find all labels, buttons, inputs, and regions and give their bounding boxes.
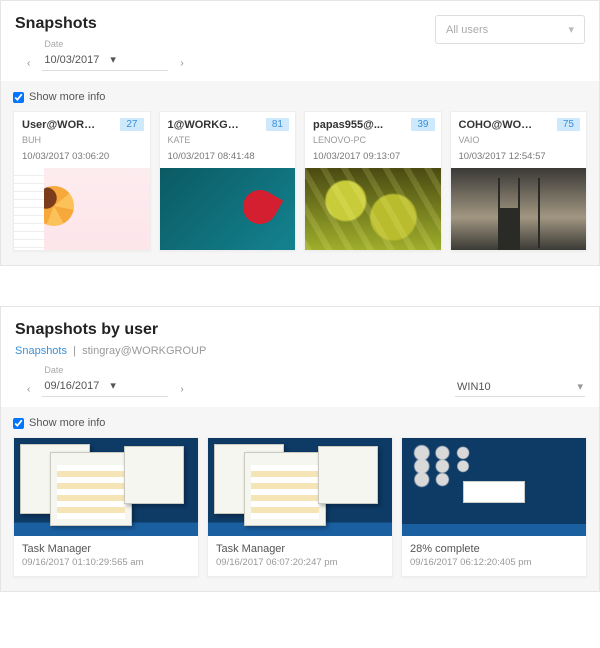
- snapshot-thumbnail: [402, 438, 586, 536]
- card-timestamp: 10/03/2017 03:06:20: [22, 151, 142, 162]
- panel-header: Snapshots by user Snapshots | stingray@W…: [1, 307, 599, 407]
- snapshots-by-user-panel: Snapshots by user Snapshots | stingray@W…: [0, 306, 600, 592]
- card-title: Task Manager: [22, 543, 190, 555]
- breadcrumb: Snapshots | stingray@WORKGROUP: [15, 345, 206, 357]
- snapshot-card-row: Task Manager 09/16/2017 01:10:29:565 am …: [13, 437, 587, 577]
- card-footer: Task Manager 09/16/2017 06:07:20:247 pm: [208, 536, 392, 576]
- date-value: 09/16/2017: [44, 380, 106, 392]
- snapshot-card[interactable]: User@WORK... 27 BUH 10/03/2017 03:06:20: [13, 111, 151, 251]
- card-timestamp: 10/03/2017 09:13:07: [313, 151, 433, 162]
- card-user: 1@WORKGRO...: [168, 119, 244, 131]
- breadcrumb-link[interactable]: Snapshots: [15, 345, 67, 357]
- snapshot-card[interactable]: COHO@WOR... 75 VAIO 10/03/2017 12:54:57: [450, 111, 588, 251]
- caret-down-icon[interactable]: ▾: [106, 377, 168, 394]
- snapshots-panel: Snapshots ‹ Date 10/03/2017 ▾ › All user…: [0, 0, 600, 266]
- panel-body: Show more info Task Manager 09/16/2017 0…: [1, 407, 599, 591]
- card-footer: Task Manager 09/16/2017 01:10:29:565 am: [14, 536, 198, 576]
- chevron-right-icon[interactable]: ›: [176, 56, 187, 71]
- date-picker: ‹ Date 09/16/2017 ▾ ›: [23, 365, 206, 397]
- users-select-value: All users: [446, 24, 488, 36]
- card-header: User@WORK... 27 BUH 10/03/2017 03:06:20: [14, 112, 150, 168]
- card-machine: BUH: [22, 135, 142, 145]
- card-user: User@WORK...: [22, 119, 98, 131]
- card-timestamp: 09/16/2017 06:12:20:405 pm: [410, 557, 578, 568]
- date-field-wrap: Date 10/03/2017 ▾: [42, 39, 168, 71]
- snapshot-thumbnail: [451, 168, 587, 250]
- panel-header: Snapshots ‹ Date 10/03/2017 ▾ › All user…: [1, 1, 599, 81]
- users-select[interactable]: All users ▾: [435, 15, 585, 44]
- card-count-badge: 27: [120, 118, 143, 131]
- show-more-info-toggle[interactable]: Show more info: [13, 91, 587, 103]
- card-timestamp: 09/16/2017 01:10:29:565 am: [22, 557, 190, 568]
- chevron-left-icon[interactable]: ‹: [23, 56, 34, 71]
- snapshot-card[interactable]: Task Manager 09/16/2017 06:07:20:247 pm: [207, 437, 393, 577]
- card-user: papas955@...: [313, 119, 389, 131]
- date-field-wrap: Date 09/16/2017 ▾: [42, 365, 168, 397]
- date-field[interactable]: 10/03/2017 ▾: [42, 49, 168, 71]
- snapshot-card[interactable]: 1@WORKGRO... 81 KATE 10/03/2017 08:41:48: [159, 111, 297, 251]
- date-picker: ‹ Date 10/03/2017 ▾ ›: [23, 39, 188, 71]
- card-header: 1@WORKGRO... 81 KATE 10/03/2017 08:41:48: [160, 112, 296, 168]
- caret-down-icon: ▾: [577, 380, 583, 393]
- snapshot-thumbnail: [160, 168, 296, 250]
- card-timestamp: 10/03/2017 12:54:57: [459, 151, 579, 162]
- card-count-badge: 39: [411, 118, 434, 131]
- show-more-info-label: Show more info: [29, 417, 105, 429]
- title-area: Snapshots by user Snapshots | stingray@W…: [15, 321, 206, 397]
- card-machine: LENOVO-PC: [313, 135, 433, 145]
- snapshot-card[interactable]: 28% complete 09/16/2017 06:12:20:405 pm: [401, 437, 587, 577]
- card-header: papas955@... 39 LENOVO-PC 10/03/2017 09:…: [305, 112, 441, 168]
- breadcrumb-sep: |: [73, 345, 76, 357]
- card-timestamp: 09/16/2017 06:07:20:247 pm: [216, 557, 384, 568]
- card-title: 28% complete: [410, 543, 578, 555]
- chevron-left-icon[interactable]: ‹: [23, 382, 34, 397]
- date-label: Date: [44, 39, 168, 49]
- machine-select-value: WIN10: [457, 381, 491, 393]
- snapshot-thumbnail: [14, 168, 150, 250]
- snapshot-card[interactable]: Task Manager 09/16/2017 01:10:29:565 am: [13, 437, 199, 577]
- show-more-info-checkbox[interactable]: [13, 92, 24, 103]
- show-more-info-toggle[interactable]: Show more info: [13, 417, 587, 429]
- show-more-info-checkbox[interactable]: [13, 418, 24, 429]
- date-field[interactable]: 09/16/2017 ▾: [42, 375, 168, 397]
- date-value: 10/03/2017: [44, 54, 106, 66]
- panel-body: Show more info User@WORK... 27 BUH 10/03…: [1, 81, 599, 265]
- snapshot-card[interactable]: papas955@... 39 LENOVO-PC 10/03/2017 09:…: [304, 111, 442, 251]
- caret-down-icon: ▾: [568, 23, 574, 36]
- date-label: Date: [44, 365, 168, 375]
- snapshot-thumbnail: [305, 168, 441, 250]
- snapshot-thumbnail: [208, 438, 392, 536]
- caret-down-icon[interactable]: ▾: [106, 51, 168, 68]
- card-footer: 28% complete 09/16/2017 06:12:20:405 pm: [402, 536, 586, 576]
- card-user: COHO@WOR...: [459, 119, 535, 131]
- page-title: Snapshots: [15, 15, 188, 33]
- machine-select[interactable]: WIN10 ▾: [455, 377, 585, 397]
- card-count-badge: 75: [557, 118, 580, 131]
- breadcrumb-current: stingray@WORKGROUP: [82, 345, 206, 357]
- card-count-badge: 81: [266, 118, 289, 131]
- snapshot-card-row: User@WORK... 27 BUH 10/03/2017 03:06:20 …: [13, 111, 587, 251]
- card-title: Task Manager: [216, 543, 384, 555]
- chevron-right-icon[interactable]: ›: [176, 382, 187, 397]
- show-more-info-label: Show more info: [29, 91, 105, 103]
- page-title: Snapshots by user: [15, 321, 206, 339]
- card-machine: KATE: [168, 135, 288, 145]
- card-machine: VAIO: [459, 135, 579, 145]
- card-timestamp: 10/03/2017 08:41:48: [168, 151, 288, 162]
- title-area: Snapshots ‹ Date 10/03/2017 ▾ ›: [15, 15, 188, 71]
- snapshot-thumbnail: [14, 438, 198, 536]
- card-header: COHO@WOR... 75 VAIO 10/03/2017 12:54:57: [451, 112, 587, 168]
